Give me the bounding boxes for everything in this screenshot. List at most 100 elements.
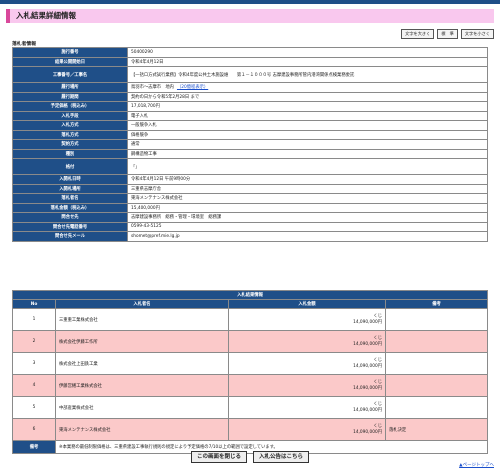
info-value: 通常 [127,139,488,150]
info-label: 入札手段 [12,110,128,121]
bidder-row: 3 株式会社上田鉄工業 くじ 14,090,000円 [12,352,488,375]
font-size-controls: 文字を大きく 標 準 文字を小さく [401,29,494,39]
bidder-name: 中部産業株式会社 [55,396,229,419]
bid-note [385,330,488,353]
bid-amount: くじ 14,090,000円 [228,308,386,331]
info-row: 入開札日時 令和4年4月12日 午前9時00分 [12,174,488,185]
bid-amount-value: 14,090,000円 [353,429,382,435]
info-label: 履行期間 [12,91,128,102]
info-row: 落札方式 価格競争 [12,129,488,140]
info-value-text: 鳥羽市～志摩市 地内 [131,85,174,91]
col-header-no: No [12,299,56,309]
info-value: 価格競争 [127,129,488,140]
info-label: 入札方式 [12,120,128,131]
info-row: 履行期間 契約の日から令和5年2月28日 まで [12,91,488,102]
bidder-no: 1 [12,308,56,331]
info-label: 履行場所 [12,82,128,93]
info-row: 落札金額（税込み） 15,400,000円 [12,202,488,213]
info-row: 工事番号／工事名 【一括ロ方式試行業務】令和4年度公共土木施設維 第１－１０００号… [12,66,488,83]
top-accent-bar [0,0,500,4]
info-row: 入札手段 電子入札 [12,110,488,121]
bid-amount-value: 14,090,000円 [353,319,382,325]
info-label: 契約方式 [12,139,128,150]
info-value-text: 17,018,700円 [131,104,160,110]
bidder-no: 3 [12,352,56,375]
info-value: 「」 [127,158,488,175]
bidder-row: 6 東海メンテナンス株式会社 くじ 14,090,000円 落札決定 [12,418,488,441]
info-label: 予定価格（税込み） [12,101,128,112]
bidder-name: 伊藤営繕工業株式会社 [55,374,229,397]
info-value-text: 【一括ロ方式試行業務】令和4年度公共土木施設維 第１－１０００号 志摩建設事務所… [131,72,355,78]
page-top-link[interactable]: ▲ページトップへ [459,462,494,468]
bid-amount: くじ 14,090,000円 [228,352,386,375]
info-value-text: 鋼構造物工事 [131,151,157,157]
bidder-row: 5 中部産業株式会社 くじ 14,090,000円 [12,396,488,419]
info-row: 問合せ先電話番号 0599-43-5125 [12,221,488,232]
info-value-text: 「」 [131,164,140,170]
info-value-text: 東海メンテナンス株式会社 [131,196,183,202]
bidder-name: 東海メンテナンス株式会社 [55,418,229,441]
info-label: 問合せ先メール [12,231,128,242]
bid-notice-button[interactable]: 入札公告はこちら [253,451,310,463]
info-value: 鋼構造物工事 [127,148,488,159]
info-value: 鳥羽市～志摩市 地内 （20億程表示） [127,82,488,93]
info-value-text: 令和4年4月12日 [131,59,164,65]
info-value-text: 令和4年4月12日 午前9時00分 [131,177,191,183]
info-value: 令和4年4月12日 [127,56,488,67]
info-value: 【一括ロ方式試行業務】令和4年度公共土木施設維 第１－１０００号 志摩建設事務所… [127,66,488,83]
info-value: 電子入札 [127,110,488,121]
bid-note [385,374,488,397]
bid-amount-value: 14,090,000円 [353,341,382,347]
bid-amount-value: 14,090,000円 [353,363,382,369]
bid-amount-value: 14,090,000円 [353,385,382,391]
section-label-winner: 落札者情報 [12,42,36,47]
bidder-row: 4 伊藤営繕工業株式会社 くじ 14,090,000円 [12,374,488,397]
bidder-no: 6 [12,418,56,441]
bid-amount: くじ 14,090,000円 [228,418,386,441]
font-standard-button[interactable]: 標 準 [437,29,458,39]
info-label: 種別 [12,148,128,159]
bidder-no: 4 [12,374,56,397]
info-label: 落札金額（税込み） [12,202,128,213]
bidder-name: 株式会社上田鉄工業 [55,352,229,375]
bidder-row: 1 三重重工業株式会社 くじ 14,090,000円 [12,308,488,331]
bid-note: 落札決定 [385,418,488,441]
info-label: 結果公開開始日 [12,56,128,67]
info-row: 契約方式 通常 [12,139,488,150]
bid-amount: くじ 14,090,000円 [228,396,386,419]
col-header-amount: 入札金額 [228,299,386,309]
info-label: 施行番号 [12,47,128,58]
info-value: 契約の日から令和5年2月28日 まで [127,91,488,102]
font-smaller-button[interactable]: 文字を小さく [460,29,494,39]
results-header-row: No 入札者名 入札金額 備考 [12,299,488,309]
info-value-text: shomet@pref.mie.lg.jp [131,233,180,239]
info-value: 東海メンテナンス株式会社 [127,193,488,204]
info-value-text: 三重県志摩庁舎 [131,186,162,192]
bid-note [385,352,488,375]
location-map-link[interactable]: （20億程表示） [177,85,208,90]
bid-note [385,396,488,419]
info-value: 三重県志摩庁舎 [127,183,488,194]
col-header-note: 備考 [385,299,488,309]
bidder-name: 三重重工業株式会社 [55,308,229,331]
info-label: 落札者名 [12,193,128,204]
col-header-bidder: 入札者名 [55,299,229,309]
info-value-text: 電子入札 [131,113,149,119]
info-row: 予定価格（税込み） 17,018,700円 [12,101,488,112]
info-row: 施行番号 50400290 [12,47,488,58]
info-value: 15,400,000円 [127,202,488,213]
bid-amount-value: 14,090,000円 [353,407,382,413]
info-label: 落札方式 [12,129,128,140]
info-label: 入開札日時 [12,174,128,185]
info-value-text: 志摩建設事務所 総務・管理・環境室 総務課 [131,215,222,221]
info-value-text: 15,400,000円 [131,205,160,211]
info-value-text: 価格競争 [131,132,149,138]
bid-amount: くじ 14,090,000円 [228,330,386,353]
bid-note [385,308,488,331]
info-value: 17,018,700円 [127,101,488,112]
info-row: 格付 「」 [12,158,488,175]
info-row: 入札方式 一般競争入札 [12,120,488,131]
close-window-button[interactable]: この画面を閉じる [190,451,247,463]
info-label: 工事番号／工事名 [12,66,128,83]
font-larger-button[interactable]: 文字を大きく [401,29,435,39]
